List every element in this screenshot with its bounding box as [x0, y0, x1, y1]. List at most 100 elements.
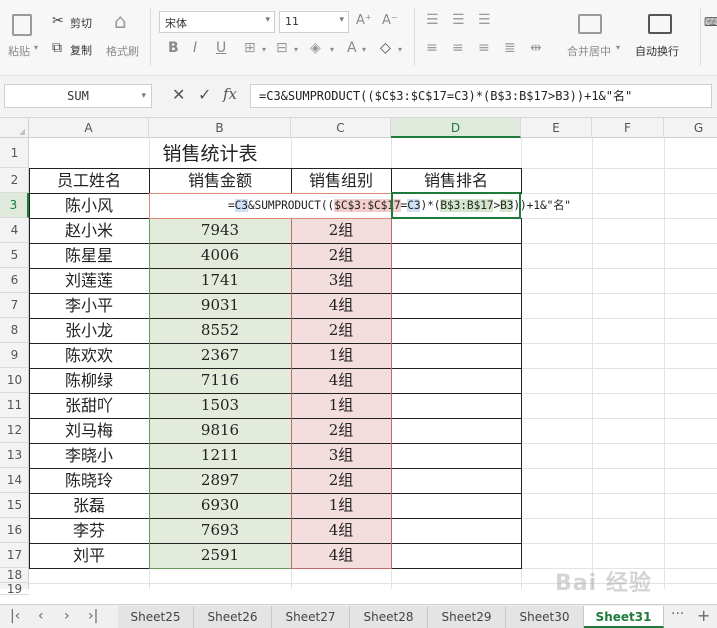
- first-sheet-icon[interactable]: |‹: [10, 608, 20, 624]
- align-left-icon[interactable]: ≡: [426, 40, 438, 56]
- tab-sheet31[interactable]: Sheet31: [584, 606, 664, 628]
- row-header-15[interactable]: 15: [0, 493, 29, 518]
- italic-button[interactable]: I: [193, 40, 197, 56]
- wrap-text-icon[interactable]: [648, 14, 672, 34]
- font-color-button[interactable]: A: [347, 40, 357, 56]
- column-header-e[interactable]: E: [521, 118, 592, 138]
- column-header-c[interactable]: C: [291, 118, 391, 138]
- add-sheet-icon[interactable]: +: [697, 606, 710, 625]
- clear-dropdown-icon[interactable]: ▾: [398, 45, 402, 54]
- formula-input[interactable]: =C3&SUMPRODUCT(($C$3:$C$17=C3)*(B$3:B$17…: [250, 84, 712, 108]
- align-bottom-icon[interactable]: ☰: [478, 12, 491, 28]
- tab-sheet25[interactable]: Sheet25: [118, 606, 194, 628]
- copy-button[interactable]: 复制: [70, 42, 92, 58]
- font-shrink-button[interactable]: A⁻: [382, 13, 398, 28]
- row-header-4[interactable]: 4: [0, 218, 29, 243]
- column-header-f[interactable]: F: [592, 118, 664, 138]
- name-cell[interactable]: 陈星星: [29, 243, 149, 268]
- cut-button[interactable]: 剪切: [70, 15, 92, 31]
- header-sales-group[interactable]: 销售组别: [291, 168, 391, 193]
- column-header-g[interactable]: G: [664, 118, 717, 138]
- border-icon[interactable]: ⊞: [244, 40, 256, 56]
- copy-icon[interactable]: ⧉: [52, 40, 62, 56]
- font-grow-button[interactable]: A⁺: [356, 13, 372, 28]
- header-sales-amount[interactable]: 销售金额: [149, 168, 291, 193]
- name-cell[interactable]: 刘马梅: [29, 418, 149, 443]
- name-box[interactable]: SUM ▾: [4, 84, 152, 108]
- row-header-6[interactable]: 6: [0, 268, 29, 293]
- name-cell[interactable]: 张磊: [29, 493, 149, 518]
- fill-color-icon[interactable]: ◈: [310, 40, 321, 56]
- row-header-2[interactable]: 2: [0, 168, 29, 193]
- prev-sheet-icon[interactable]: ‹: [38, 608, 44, 624]
- border-dropdown-icon[interactable]: ▾: [262, 45, 266, 54]
- tab-sheet27[interactable]: Sheet27: [272, 606, 350, 628]
- cell-style-dropdown-icon[interactable]: ▾: [294, 45, 298, 54]
- scissors-icon[interactable]: ✂: [52, 13, 64, 29]
- name-cell[interactable]: 刘平: [29, 543, 149, 568]
- justify-icon[interactable]: ≣: [504, 40, 516, 56]
- sheet-title[interactable]: 销售统计表: [29, 138, 391, 168]
- cancel-icon[interactable]: ✕: [172, 85, 185, 104]
- row-header-14[interactable]: 14: [0, 468, 29, 493]
- cell-style-icon[interactable]: ⊟: [276, 40, 288, 56]
- header-sales-rank[interactable]: 销售排名: [391, 168, 521, 193]
- name-cell[interactable]: 陈柳绿: [29, 368, 149, 393]
- fill-color-dropdown-icon[interactable]: ▾: [330, 45, 334, 54]
- align-center-icon[interactable]: ≡: [452, 40, 464, 56]
- tab-sheet30[interactable]: Sheet30: [506, 606, 584, 628]
- row-header-5[interactable]: 5: [0, 243, 29, 268]
- name-cell[interactable]: 李芬: [29, 518, 149, 543]
- next-sheet-icon[interactable]: ›: [64, 608, 70, 624]
- row-header-13[interactable]: 13: [0, 443, 29, 468]
- insert-function-icon[interactable]: fx: [223, 85, 237, 103]
- paste-icon[interactable]: [12, 14, 32, 36]
- merge-dropdown-icon[interactable]: ▾: [616, 43, 620, 52]
- cell-grid[interactable]: 销售统计表 员工姓名 销售金额 销售组别 销售排名 陈小风 赵小米 7943 2…: [29, 138, 717, 589]
- column-header-d[interactable]: D: [391, 118, 521, 138]
- merge-center-icon[interactable]: [578, 14, 602, 34]
- confirm-icon[interactable]: ✓: [198, 85, 211, 104]
- merge-center-button[interactable]: 合并居中: [567, 43, 611, 59]
- active-cell-d3[interactable]: [391, 192, 521, 219]
- font-size-select[interactable]: 11 ▾: [279, 11, 349, 33]
- name-cell[interactable]: 张小龙: [29, 318, 149, 343]
- name-cell[interactable]: 李晓小: [29, 443, 149, 468]
- paste-button[interactable]: 粘贴: [8, 43, 30, 59]
- last-sheet-icon[interactable]: ›|: [88, 608, 98, 624]
- font-color-dropdown-icon[interactable]: ▾: [362, 45, 366, 54]
- row-header-7[interactable]: 7: [0, 293, 29, 318]
- name-cell[interactable]: 李小平: [29, 293, 149, 318]
- format-painter-icon[interactable]: ⌂: [114, 10, 127, 32]
- column-header-a[interactable]: A: [29, 118, 149, 138]
- header-employee-name[interactable]: 员工姓名: [29, 168, 149, 193]
- name-cell[interactable]: 刘莲莲: [29, 268, 149, 293]
- row-header-8[interactable]: 8: [0, 318, 29, 343]
- row-header-17[interactable]: 17: [0, 543, 29, 568]
- name-cell[interactable]: 陈小风: [29, 193, 149, 218]
- tab-sheet28[interactable]: Sheet28: [350, 606, 428, 628]
- clear-format-icon[interactable]: ◇: [380, 40, 391, 56]
- row-header-9[interactable]: 9: [0, 343, 29, 368]
- name-cell[interactable]: 赵小米: [29, 218, 149, 243]
- more-format-icon[interactable]: ⌨: [704, 14, 717, 30]
- format-painter-button[interactable]: 格式刷: [106, 43, 139, 59]
- row-header-3[interactable]: 3: [0, 193, 29, 218]
- font-name-select[interactable]: 宋体 ▾: [159, 11, 275, 33]
- align-middle-icon[interactable]: ☰: [452, 12, 465, 28]
- more-sheets-icon[interactable]: ···: [671, 606, 684, 622]
- row-header-19[interactable]: 19: [0, 583, 29, 595]
- wrap-text-button[interactable]: 自动换行: [635, 43, 679, 59]
- tab-sheet26[interactable]: Sheet26: [194, 606, 272, 628]
- name-cell[interactable]: 陈欢欢: [29, 343, 149, 368]
- row-header-18[interactable]: 18: [0, 568, 29, 583]
- row-header-11[interactable]: 11: [0, 393, 29, 418]
- distributed-icon[interactable]: ⇹: [530, 40, 542, 56]
- tab-sheet29[interactable]: Sheet29: [428, 606, 506, 628]
- row-header-16[interactable]: 16: [0, 518, 29, 543]
- row-header-10[interactable]: 10: [0, 368, 29, 393]
- select-all-corner[interactable]: [0, 118, 29, 138]
- column-header-b[interactable]: B: [149, 118, 291, 138]
- align-top-icon[interactable]: ☰: [426, 12, 439, 28]
- bold-button[interactable]: B: [168, 40, 179, 56]
